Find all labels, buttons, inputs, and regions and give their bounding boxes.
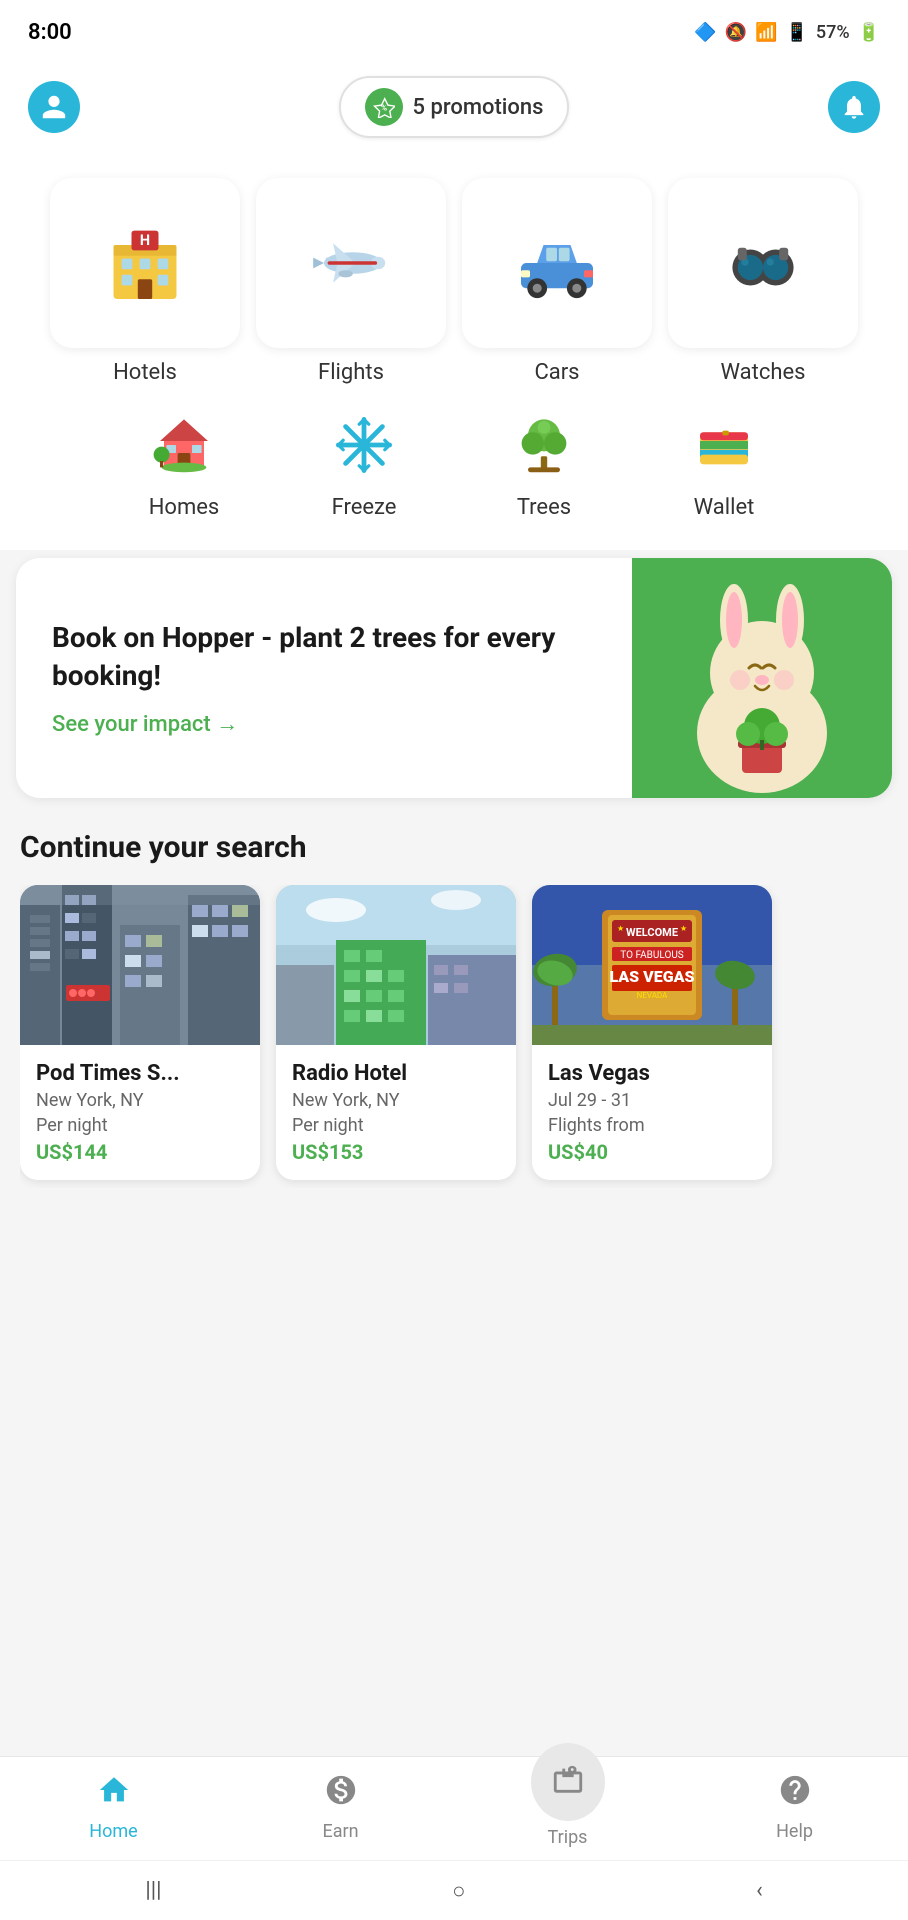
- search-section: Continue your search: [0, 806, 908, 1204]
- category-flights[interactable]: Flights: [256, 178, 446, 385]
- trips-nav-circle[interactable]: [531, 1743, 605, 1821]
- system-nav-bar: ||| ○ ‹: [0, 1860, 908, 1920]
- battery-level: 57%: [816, 22, 850, 43]
- home-nav-icon: [97, 1773, 131, 1815]
- card-sub-pod: Per night: [36, 1115, 244, 1136]
- hopper-mascot: [652, 558, 872, 798]
- help-nav-label: Help: [776, 1821, 813, 1842]
- promo-title: Book on Hopper - plant 2 trees for every…: [52, 619, 602, 695]
- notifications-button[interactable]: [828, 81, 880, 133]
- earn-nav-label: Earn: [322, 1821, 358, 1842]
- wifi-icon: 📶: [755, 22, 777, 43]
- card-sub-vegas: Flights from: [548, 1115, 756, 1136]
- battery-icon: 🔋: [858, 22, 880, 43]
- promo-badge-icon: %: [365, 88, 403, 126]
- hotels-label: Hotels: [113, 360, 177, 385]
- card-body-pod: Pod Times S... New York, NY Per night US…: [20, 1045, 260, 1180]
- card-body-radio: Radio Hotel New York, NY Per night US$15…: [276, 1045, 516, 1180]
- svg-text:TO FABULOUS: TO FABULOUS: [620, 950, 684, 961]
- category-watches[interactable]: Watches: [668, 178, 858, 385]
- system-menu-button[interactable]: |||: [145, 1878, 161, 1903]
- card-price-radio: US$153: [292, 1140, 500, 1164]
- bottom-nav: Home Earn Trips Help: [0, 1756, 908, 1860]
- promo-link[interactable]: See your impact →: [52, 711, 602, 737]
- promotions-button[interactable]: % 5 promotions: [339, 76, 570, 138]
- signal-icon: 📱: [785, 22, 807, 43]
- svg-text:★: ★: [617, 924, 624, 933]
- trips-nav-label: Trips: [548, 1827, 588, 1848]
- system-home-button[interactable]: ○: [452, 1878, 465, 1904]
- search-card-radio[interactable]: Radio Hotel New York, NY Per night US$15…: [276, 885, 516, 1180]
- category-trees[interactable]: Trees: [474, 405, 614, 520]
- category-wallet[interactable]: Wallet: [654, 405, 794, 520]
- card-price-pod: US$144: [36, 1140, 244, 1164]
- svg-text:%: %: [380, 104, 386, 114]
- freeze-icon: [332, 405, 396, 485]
- nav-earn[interactable]: Earn: [291, 1773, 391, 1848]
- nav-home[interactable]: Home: [64, 1773, 164, 1848]
- hotels-icon-box: H: [50, 178, 240, 348]
- earn-nav-icon: [324, 1773, 358, 1815]
- search-cards-container: Pod Times S... New York, NY Per night US…: [20, 885, 888, 1188]
- search-card-pod[interactable]: Pod Times S... New York, NY Per night US…: [20, 885, 260, 1180]
- category-freeze[interactable]: Freeze: [294, 405, 434, 520]
- search-card-vegas[interactable]: WELCOME TO FABULOUS LAS VEGAS NEVADA ★ ★…: [532, 885, 772, 1180]
- home-nav-label: Home: [89, 1821, 137, 1842]
- flights-label: Flights: [318, 360, 384, 385]
- homes-label: Homes: [149, 495, 220, 520]
- status-time: 8:00: [28, 20, 72, 45]
- category-homes[interactable]: Homes: [114, 405, 254, 520]
- trees-label: Trees: [517, 495, 571, 520]
- header: % 5 promotions: [0, 60, 908, 158]
- card-name-radio: Radio Hotel: [292, 1061, 500, 1086]
- card-name-pod: Pod Times S...: [36, 1061, 244, 1086]
- category-row-1: H Hotels: [20, 178, 888, 385]
- svg-text:★: ★: [680, 924, 687, 933]
- svg-text:NEVADA: NEVADA: [637, 991, 668, 1000]
- cars-icon-box: [462, 178, 652, 348]
- card-body-vegas: Las Vegas Jul 29 - 31 Flights from US$40: [532, 1045, 772, 1180]
- freeze-label: Freeze: [332, 495, 397, 520]
- card-price-vegas: US$40: [548, 1140, 756, 1164]
- promo-banner[interactable]: Book on Hopper - plant 2 trees for every…: [16, 558, 892, 798]
- status-icons: 🔷 🔕 📶 📱 57% 🔋: [694, 22, 880, 43]
- user-avatar[interactable]: [28, 81, 80, 133]
- system-back-button[interactable]: ‹: [756, 1878, 763, 1903]
- promo-banner-image: [632, 558, 892, 798]
- nav-help[interactable]: Help: [745, 1773, 845, 1848]
- category-row-2: Homes: [20, 405, 888, 520]
- watches-label: Watches: [721, 360, 806, 385]
- search-section-title: Continue your search: [20, 830, 888, 865]
- bluetooth-icon: 🔷: [694, 22, 716, 43]
- svg-text:WELCOME: WELCOME: [626, 926, 678, 939]
- wallet-icon: [692, 405, 756, 485]
- promo-banner-text: Book on Hopper - plant 2 trees for every…: [16, 558, 632, 798]
- status-bar: 8:00 🔷 🔕 📶 📱 57% 🔋: [0, 0, 908, 60]
- cars-label: Cars: [534, 360, 579, 385]
- homes-icon: [152, 405, 216, 485]
- wallet-label: Wallet: [694, 495, 755, 520]
- category-hotels[interactable]: H Hotels: [50, 178, 240, 385]
- card-location-vegas: Jul 29 - 31: [548, 1090, 756, 1111]
- svg-text:H: H: [140, 232, 150, 249]
- promotions-label: 5 promotions: [413, 95, 544, 120]
- card-location-radio: New York, NY: [292, 1090, 500, 1111]
- card-sub-radio: Per night: [292, 1115, 500, 1136]
- watches-icon-box: [668, 178, 858, 348]
- help-nav-icon: [778, 1773, 812, 1815]
- flights-icon-box: [256, 178, 446, 348]
- nav-trips[interactable]: Trips: [518, 1773, 618, 1848]
- volume-icon: 🔕: [725, 22, 747, 43]
- card-name-vegas: Las Vegas: [548, 1061, 756, 1086]
- category-section: H Hotels: [0, 158, 908, 550]
- card-location-pod: New York, NY: [36, 1090, 244, 1111]
- svg-text:LAS VEGAS: LAS VEGAS: [609, 967, 694, 986]
- trees-icon: [512, 405, 576, 485]
- category-cars[interactable]: Cars: [462, 178, 652, 385]
